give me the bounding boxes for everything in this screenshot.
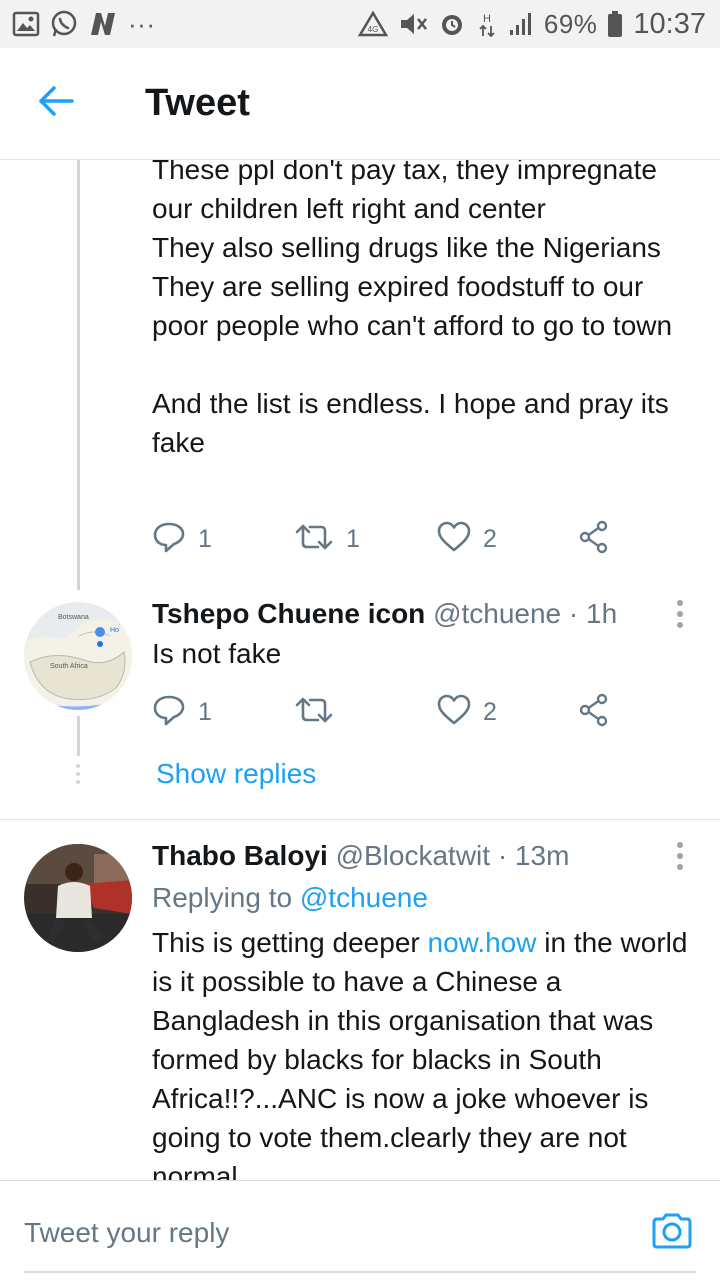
like-button[interactable]: 2 [437, 515, 497, 563]
author-name[interactable]: Tshepo Chuene icon [152, 598, 425, 629]
signal-icon [508, 10, 534, 38]
thread-line [77, 160, 80, 590]
retweet-button[interactable]: 1 [294, 515, 360, 563]
retweet-icon [294, 521, 334, 558]
replying-to-handle[interactable]: @tchuene [300, 882, 428, 913]
share-icon [578, 693, 610, 732]
replying-to: Replying to @tchuene [152, 878, 428, 918]
camera-button[interactable] [650, 1211, 694, 1255]
heart-icon [437, 521, 471, 558]
thread-line [77, 716, 80, 756]
tweet-actions: 1 1 2 [152, 515, 632, 563]
share-icon [578, 520, 610, 559]
avatar[interactable]: Botswana South Africa Ho [24, 602, 132, 710]
tweet-text-part: This is getting deeper [152, 927, 428, 958]
svg-text:H: H [483, 13, 491, 25]
news-app-icon [88, 10, 118, 38]
thread-more-dots [76, 764, 81, 784]
more-dots-icon [677, 842, 683, 848]
replying-to-label: Replying to [152, 882, 300, 913]
divider [0, 819, 720, 820]
tweet-text: This is getting deeper now.how in the wo… [152, 923, 702, 1180]
more-options-button[interactable] [664, 836, 696, 876]
alarm-icon [438, 10, 466, 38]
map-label-south-africa: South Africa [50, 663, 88, 670]
heart-icon [437, 694, 471, 731]
tweet-text: These ppl don't pay tax, they impregnate… [152, 160, 673, 458]
clock: 10:37 [633, 7, 706, 40]
battery-percent: 69% [543, 8, 598, 39]
app-header: Tweet [0, 48, 720, 160]
reply-button[interactable]: 1 [152, 688, 212, 736]
gallery-icon [12, 10, 40, 38]
more-options-button[interactable] [664, 594, 696, 634]
reply-icon [152, 521, 186, 558]
page-title: Tweet [145, 82, 250, 124]
retweet-icon [294, 694, 334, 731]
camera-icon [650, 1213, 694, 1255]
reply-button[interactable]: 1 [152, 515, 212, 563]
status-bar: ··· 4G H 69% 10:37 [0, 0, 720, 48]
like-count: 2 [483, 524, 497, 553]
author-name[interactable]: Thabo Baloyi [152, 840, 328, 871]
tweet-author-line: Tshepo Chuene icon @tchuene · 1h [152, 594, 632, 634]
map-label-pin: Ho [110, 627, 119, 634]
show-replies-link[interactable]: Show replies [156, 758, 316, 790]
reply-count: 1 [198, 697, 212, 726]
reply-composer [0, 1180, 720, 1280]
svg-text:4G: 4G [368, 25, 379, 34]
tweet-link[interactable]: now.how [428, 927, 537, 958]
share-button[interactable] [578, 515, 610, 563]
reply-icon [152, 694, 186, 731]
author-handle[interactable]: @tchuene · 1h [433, 598, 617, 629]
back-button[interactable] [0, 48, 112, 160]
retweet-button[interactable] [294, 688, 346, 736]
tweet-thread[interactable]: These ppl don't pay tax, they impregnate… [0, 160, 720, 1180]
whatsapp-icon [50, 10, 78, 38]
battery-icon [607, 10, 623, 38]
more-notifications-indicator: ··· [128, 8, 156, 39]
like-button[interactable]: 2 [437, 688, 497, 736]
mute-icon [398, 10, 428, 38]
tweet-actions: 1 2 [152, 688, 632, 736]
share-button[interactable] [578, 688, 610, 736]
avatar[interactable] [24, 844, 132, 952]
tweet-text: Is not fake [152, 638, 282, 669]
map-label-botswana: Botswana [58, 614, 89, 621]
back-arrow-icon [37, 85, 75, 122]
author-handle[interactable]: @Blockatwit · 13m [336, 840, 570, 871]
retweet-count: 1 [346, 524, 360, 553]
more-dots-icon [677, 600, 683, 606]
tweet-author-line: Thabo Baloyi @Blockatwit · 13m [152, 836, 632, 876]
like-count: 2 [483, 697, 497, 726]
data-transfer-icon: H [476, 10, 498, 38]
reply-input[interactable] [24, 1211, 624, 1255]
wifi-calling-icon: 4G [357, 10, 388, 38]
tweet-text-part: in the world is it possible to have a Ch… [152, 927, 696, 1180]
reply-count: 1 [198, 524, 212, 553]
reply-input-underline [24, 1271, 696, 1273]
